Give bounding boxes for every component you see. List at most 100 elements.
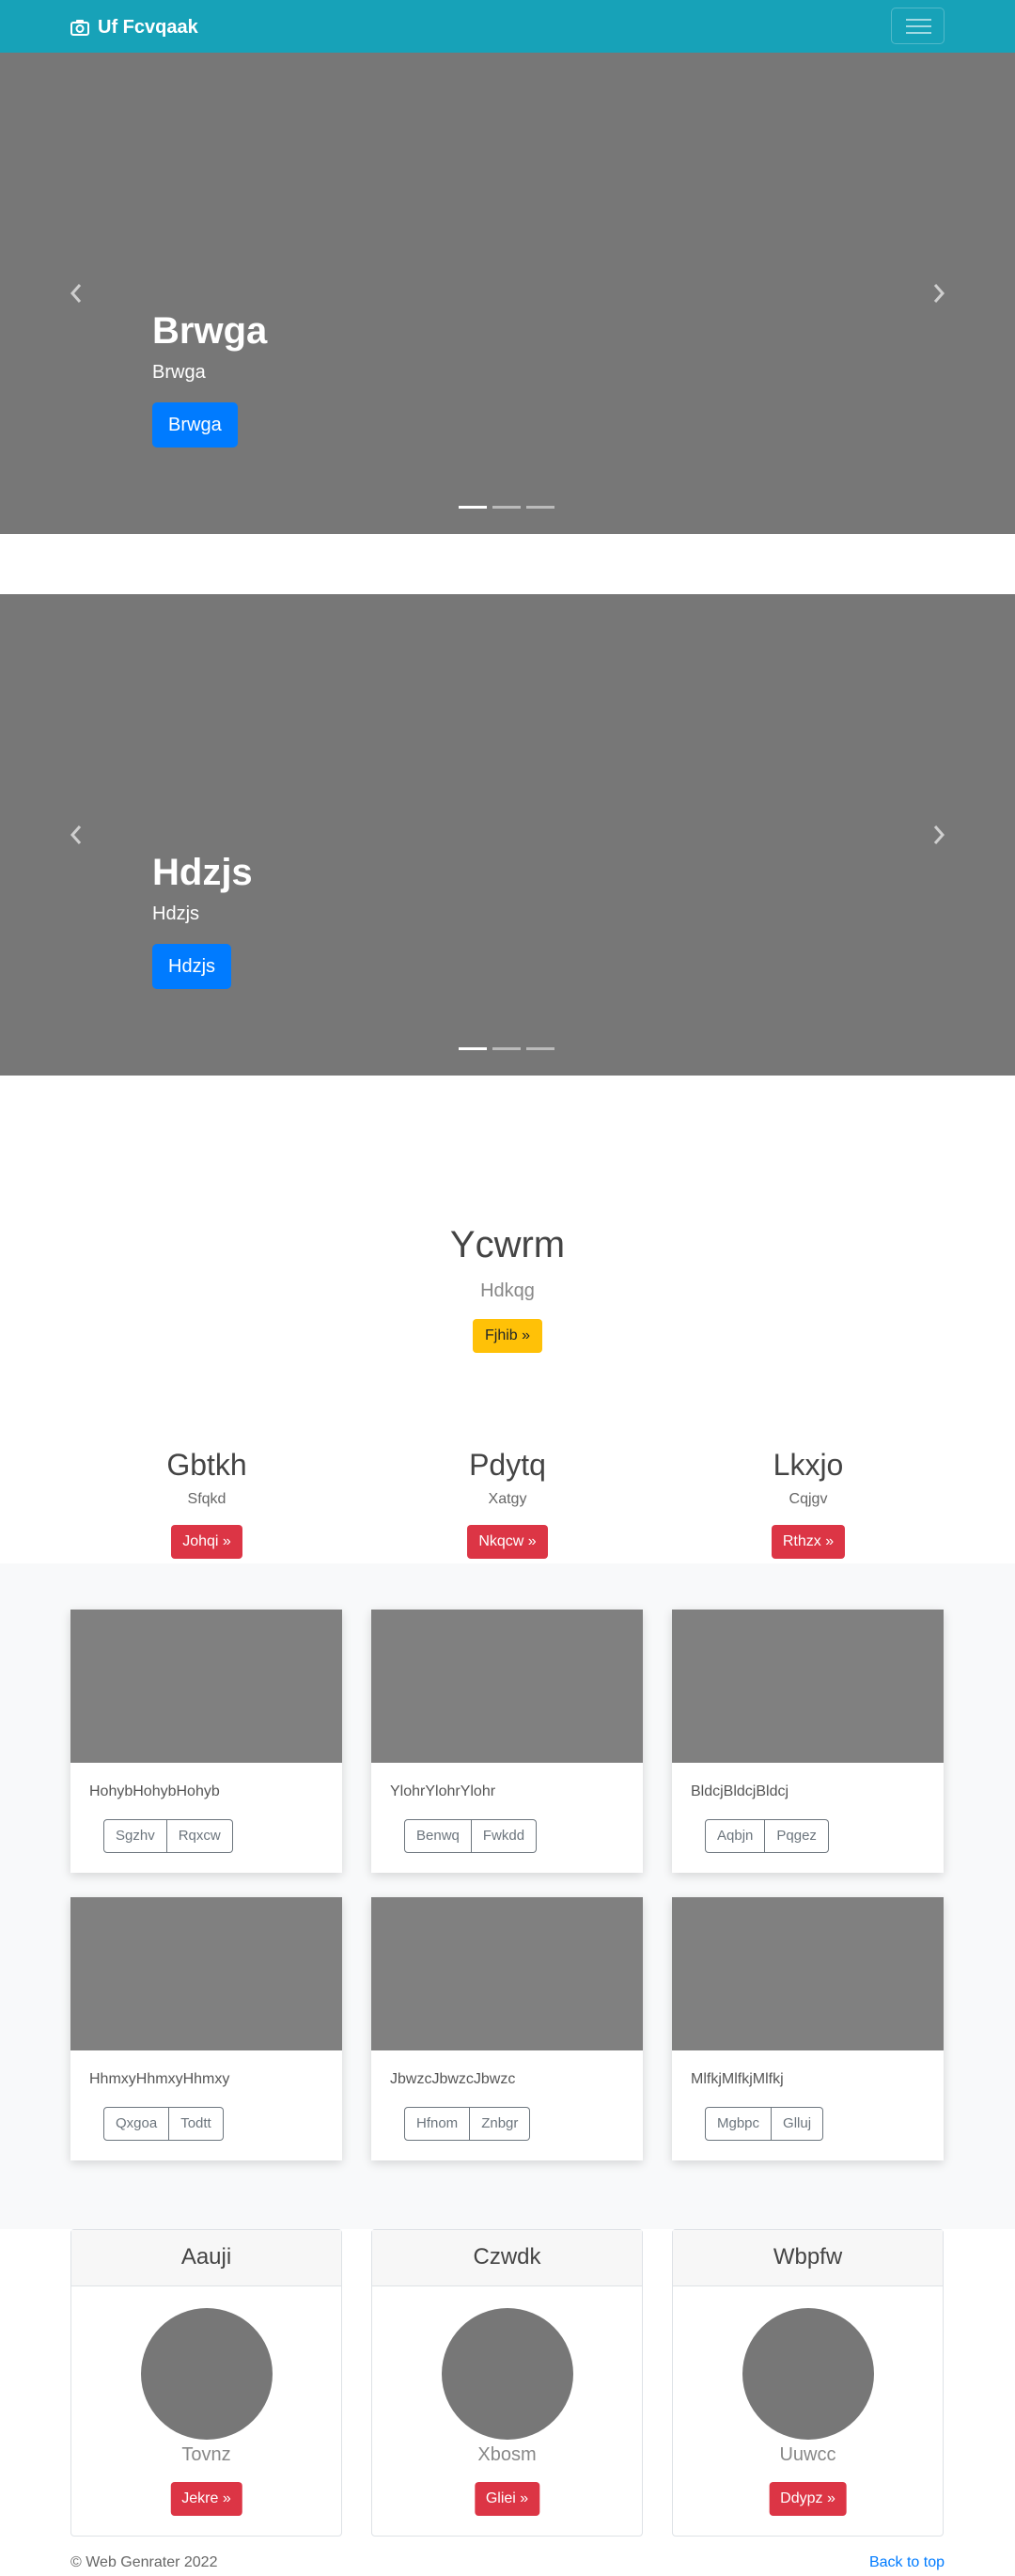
card-thumbnail — [371, 1610, 643, 1763]
feature-column: Pdytq Xatgy Nkqcw » — [357, 1446, 658, 1559]
carousel-1: Brwga Brwga Brwga — [0, 53, 1015, 534]
profile-card-header: Czwdk — [372, 2230, 642, 2286]
carousel-next-button[interactable] — [925, 275, 953, 312]
carousel-subtitle: Brwga — [152, 362, 206, 383]
profile-card: Aauji Tovnz Jekre » — [70, 2229, 342, 2537]
carousel-prev-button[interactable] — [62, 275, 90, 312]
card-view-button[interactable]: Qxgoa — [103, 2107, 170, 2141]
jumbotron-subtitle: Hdkqg — [480, 1280, 535, 1301]
feature-text: Cqjgv — [789, 1491, 828, 1507]
album-card: HhmxyHhmxyHhmxy Qxgoa Todtt — [70, 1897, 342, 2160]
profile-name: Uuwcc — [779, 2444, 836, 2465]
navbar: Uf Fcvqaak — [0, 0, 1015, 53]
carousel-cta-button[interactable]: Brwga — [152, 402, 238, 448]
card-text: HohybHohybHohyb — [89, 1783, 220, 1799]
card-edit-button[interactable]: Todtt — [169, 2107, 224, 2141]
brand-label: Uf Fcvqaak — [98, 16, 198, 38]
carousel-indicator[interactable] — [492, 506, 521, 509]
carousel-title: Hdzjs — [152, 852, 253, 893]
feature-button[interactable]: Johqi » — [171, 1525, 242, 1559]
card-text: HhmxyHhmxyHhmxy — [89, 2071, 230, 2087]
card-view-button[interactable]: Benwq — [404, 1819, 472, 1853]
card-button-group: Hfnom Znbgr — [404, 2107, 531, 2141]
carousel-indicators — [459, 506, 554, 509]
jumbotron: Ycwrm Hdkqg Fjhib » — [0, 1222, 1015, 1353]
card-thumbnail — [672, 1897, 944, 2050]
carousel-indicators — [459, 1047, 554, 1050]
card-button-group: Aqbjn Pqgez — [705, 1819, 829, 1853]
chevron-left-icon — [70, 284, 82, 303]
carousel-indicator[interactable] — [459, 1047, 487, 1050]
profile-card-header: Aauji — [71, 2230, 341, 2286]
card-view-button[interactable]: Sgzhv — [103, 1819, 167, 1853]
jumbotron-title: Ycwrm — [449, 1224, 566, 1265]
chevron-right-icon — [933, 825, 945, 844]
carousel-2: Hdzjs Hdzjs Hdzjs — [0, 594, 1015, 1076]
jumbotron-button[interactable]: Fjhib » — [472, 1319, 543, 1353]
carousel-prev-button[interactable] — [62, 816, 90, 854]
profile-button[interactable]: Gliei » — [474, 2482, 540, 2516]
feature-button[interactable]: Nkqcw » — [467, 1525, 548, 1559]
album-card: JbwzcJbwzcJbwzc Hfnom Znbgr — [371, 1897, 643, 2160]
feature-column: Gbtkh Sfqkd Johqi » — [56, 1446, 357, 1559]
back-to-top-link[interactable]: Back to top — [869, 2554, 945, 2571]
avatar — [442, 2308, 573, 2440]
chevron-left-icon — [70, 825, 82, 844]
carousel-caption: Brwga Brwga Brwga — [152, 308, 267, 448]
profile-button[interactable]: Ddypz » — [769, 2482, 847, 2516]
carousel-indicator[interactable] — [459, 506, 487, 509]
card-button-group: Benwq Fwkdd — [404, 1819, 538, 1853]
carousel-title: Brwga — [152, 310, 268, 352]
feature-title: Lkxjo — [773, 1448, 844, 1482]
carousel-indicator[interactable] — [526, 506, 554, 509]
profile-name: Xbosm — [477, 2444, 537, 2465]
carousel-indicator[interactable] — [492, 1047, 521, 1050]
album-card: MlfkjMlfkjMlfkj Mgbpc Glluj — [672, 1897, 944, 2160]
chevron-right-icon — [933, 284, 945, 303]
feature-text: Sfqkd — [187, 1491, 226, 1507]
footer-copyright: © Web Genrater 2022 — [70, 2554, 218, 2570]
album-card: BldcjBldcjBldcj Aqbjn Pqgez — [672, 1610, 944, 1873]
feature-button[interactable]: Rthzx » — [771, 1525, 846, 1559]
card-text: MlfkjMlfkjMlfkj — [691, 2071, 784, 2087]
feature-title: Gbtkh — [166, 1448, 247, 1482]
card-button-group: Mgbpc Glluj — [705, 2107, 824, 2141]
card-edit-button[interactable]: Fwkdd — [471, 1819, 538, 1853]
brand-link[interactable]: Uf Fcvqaak — [70, 14, 198, 40]
card-edit-button[interactable]: Pqgez — [765, 1819, 829, 1853]
carousel-subtitle: Hdzjs — [152, 903, 200, 924]
carousel-next-button[interactable] — [925, 816, 953, 854]
card-edit-button[interactable]: Znbgr — [470, 2107, 531, 2141]
card-view-button[interactable]: Aqbjn — [705, 1819, 766, 1853]
profile-name: Tovnz — [181, 2444, 231, 2465]
camera-icon — [70, 20, 89, 36]
profile-card: Czwdk Xbosm Gliei » — [371, 2229, 643, 2537]
album-card: HohybHohybHohyb Sgzhv Rqxcw — [70, 1610, 342, 1873]
card-text: JbwzcJbwzcJbwzc — [390, 2071, 516, 2087]
card-thumbnail — [371, 1897, 643, 2050]
feature-text: Xatgy — [488, 1491, 527, 1507]
avatar — [141, 2308, 273, 2440]
card-text: YlohrYlohrYlohr — [390, 1783, 496, 1799]
avatar — [742, 2308, 874, 2440]
card-thumbnail — [70, 1897, 342, 2050]
card-button-group: Qxgoa Todtt — [103, 2107, 224, 2141]
carousel-caption: Hdzjs Hdzjs Hdzjs — [152, 850, 253, 989]
navbar-toggle-button[interactable] — [891, 8, 945, 44]
card-text: BldcjBldcjBldcj — [691, 1783, 789, 1799]
card-edit-button[interactable]: Rqxcw — [166, 1819, 233, 1853]
card-button-group: Sgzhv Rqxcw — [103, 1819, 233, 1853]
feature-title: Pdytq — [469, 1448, 546, 1482]
feature-column: Lkxjo Cqjgv Rthzx » — [658, 1446, 959, 1559]
card-view-button[interactable]: Hfnom — [404, 2107, 471, 2141]
carousel-indicator[interactable] — [526, 1047, 554, 1050]
profile-card: Wbpfw Uuwcc Ddypz » — [672, 2229, 944, 2537]
card-view-button[interactable]: Mgbpc — [705, 2107, 773, 2141]
card-edit-button[interactable]: Glluj — [772, 2107, 824, 2141]
album-section: HohybHohybHohyb Sgzhv Rqxcw YlohrYlohrYl… — [0, 1563, 1015, 2229]
card-thumbnail — [672, 1610, 944, 1763]
card-thumbnail — [70, 1610, 342, 1763]
album-card: YlohrYlohrYlohr Benwq Fwkdd — [371, 1610, 643, 1873]
carousel-cta-button[interactable]: Hdzjs — [152, 944, 232, 989]
profile-button[interactable]: Jekre » — [170, 2482, 242, 2516]
